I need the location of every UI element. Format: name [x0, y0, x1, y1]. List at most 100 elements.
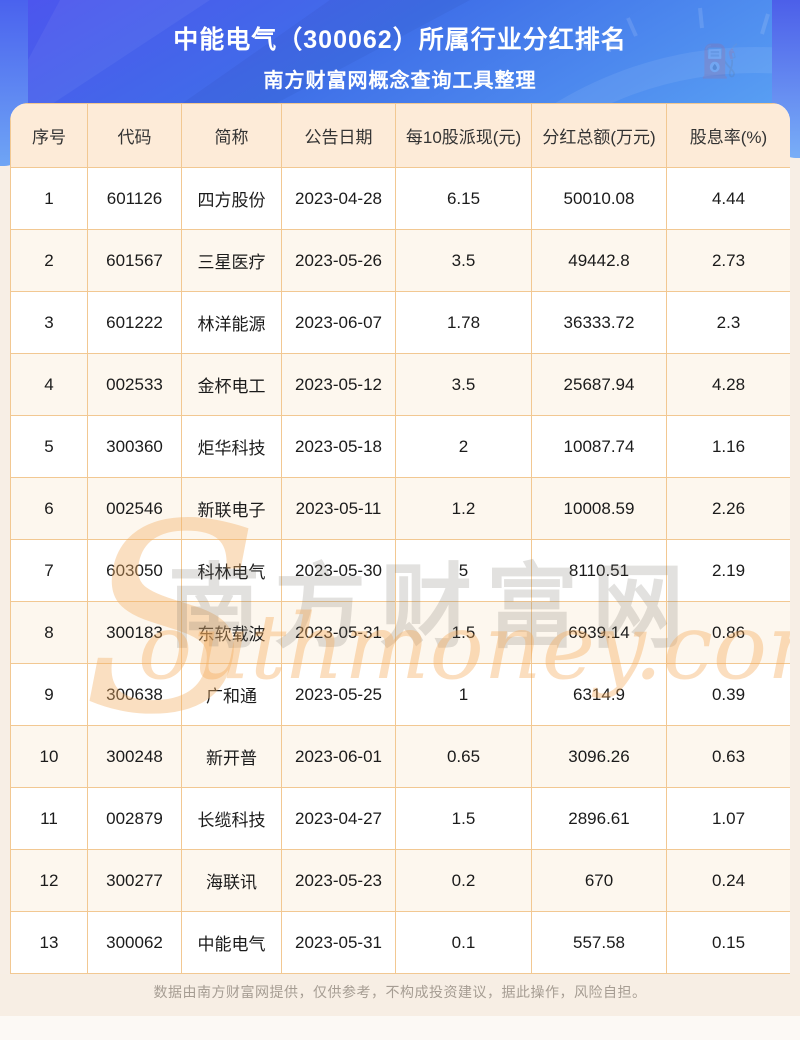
cell-index: 10 — [10, 725, 88, 788]
cell-dividend-per-10-shares: 2 — [395, 415, 532, 478]
cell-name: 科林电气 — [181, 539, 282, 602]
table-row: 3 601222 林洋能源 2023-06-07 1.78 36333.72 2.3 — [10, 291, 790, 354]
cell-name: 新开普 — [181, 725, 282, 788]
dividend-table-card: 序号 代码 简称 公告日期 每10股派现(元) 分红总额(万元) 股息率(%) … — [10, 103, 790, 974]
cell-index: 13 — [10, 911, 88, 974]
cell-dividend-per-10-shares: 3.5 — [395, 229, 532, 292]
cell-total-dividend: 10008.59 — [531, 477, 667, 540]
table-row: 7 603050 科林电气 2023-05-30 5 8110.51 2.19 — [10, 539, 790, 602]
cell-name: 广和通 — [181, 663, 282, 726]
cell-date: 2023-05-12 — [281, 353, 396, 416]
cell-code: 002533 — [87, 353, 182, 416]
cell-yield: 0.24 — [666, 849, 790, 912]
cell-dividend-per-10-shares: 5 — [395, 539, 532, 602]
cell-yield: 4.28 — [666, 353, 790, 416]
table-row: 11 002879 长缆科技 2023-04-27 1.5 2896.61 1.07 — [10, 787, 790, 850]
cell-index: 1 — [10, 167, 88, 230]
cell-code: 601222 — [87, 291, 182, 354]
cell-index: 7 — [10, 539, 88, 602]
cell-total-dividend: 557.58 — [531, 911, 667, 974]
cell-code: 300062 — [87, 911, 182, 974]
cell-index: 4 — [10, 353, 88, 416]
table-header-row: 序号 代码 简称 公告日期 每10股派现(元) 分红总额(万元) 股息率(%) — [10, 103, 790, 168]
table-row: 5 300360 炬华科技 2023-05-18 2 10087.74 1.16 — [10, 415, 790, 478]
cell-total-dividend: 8110.51 — [531, 539, 667, 602]
cell-code: 603050 — [87, 539, 182, 602]
dividend-table: 序号 代码 简称 公告日期 每10股派现(元) 分红总额(万元) 股息率(%) … — [10, 103, 790, 974]
table-row: 1 601126 四方股份 2023-04-28 6.15 50010.08 4.44 — [10, 167, 790, 230]
footer: 数据由南方财富网提供，仅供参考，不构成投资建议，据此操作，风险自担。 — [0, 974, 800, 1016]
cell-name: 金杯电工 — [181, 353, 282, 416]
cell-date: 2023-05-26 — [281, 229, 396, 292]
cell-index: 12 — [10, 849, 88, 912]
cell-date: 2023-05-31 — [281, 911, 396, 974]
col-header-yield: 股息率(%) — [666, 103, 790, 168]
cell-index: 6 — [10, 477, 88, 540]
table-row: 10 300248 新开普 2023-06-01 0.65 3096.26 0.63 — [10, 725, 790, 788]
cell-dividend-per-10-shares: 1.5 — [395, 601, 532, 664]
cell-name: 四方股份 — [181, 167, 282, 230]
cell-code: 300248 — [87, 725, 182, 788]
cell-date: 2023-05-11 — [281, 477, 396, 540]
cell-total-dividend: 10087.74 — [531, 415, 667, 478]
bottom-margin — [0, 1016, 800, 1040]
cell-index: 2 — [10, 229, 88, 292]
cell-code: 002546 — [87, 477, 182, 540]
cell-code: 300183 — [87, 601, 182, 664]
table-row: 9 300638 广和通 2023-05-25 1 6314.9 0.39 — [10, 663, 790, 726]
banner: F ⛽ 中能电气（300062）所属行业分红排名 南方财富网概念查询工具整理 — [0, 0, 800, 112]
cell-yield: 1.07 — [666, 787, 790, 850]
col-header-date: 公告日期 — [281, 103, 396, 168]
col-header-name: 简称 — [181, 103, 282, 168]
cell-date: 2023-05-31 — [281, 601, 396, 664]
cell-dividend-per-10-shares: 3.5 — [395, 353, 532, 416]
table-row: 6 002546 新联电子 2023-05-11 1.2 10008.59 2.26 — [10, 477, 790, 540]
cell-total-dividend: 50010.08 — [531, 167, 667, 230]
cell-yield: 2.26 — [666, 477, 790, 540]
cell-yield: 1.16 — [666, 415, 790, 478]
cell-yield: 0.63 — [666, 725, 790, 788]
cell-code: 601126 — [87, 167, 182, 230]
cell-yield: 2.19 — [666, 539, 790, 602]
table-row: 13 300062 中能电气 2023-05-31 0.1 557.58 0.15 — [10, 911, 790, 974]
cell-name: 东软载波 — [181, 601, 282, 664]
cell-dividend-per-10-shares: 6.15 — [395, 167, 532, 230]
cell-dividend-per-10-shares: 0.1 — [395, 911, 532, 974]
cell-code: 300277 — [87, 849, 182, 912]
cell-dividend-per-10-shares: 1.5 — [395, 787, 532, 850]
cell-yield: 0.86 — [666, 601, 790, 664]
cell-date: 2023-05-30 — [281, 539, 396, 602]
cell-name: 长缆科技 — [181, 787, 282, 850]
cell-yield: 0.15 — [666, 911, 790, 974]
cell-total-dividend: 3096.26 — [531, 725, 667, 788]
cell-yield: 2.3 — [666, 291, 790, 354]
cell-date: 2023-04-28 — [281, 167, 396, 230]
cell-index: 9 — [10, 663, 88, 726]
cell-total-dividend: 6939.14 — [531, 601, 667, 664]
cell-code: 300638 — [87, 663, 182, 726]
cell-name: 三星医疗 — [181, 229, 282, 292]
cell-dividend-per-10-shares: 1 — [395, 663, 532, 726]
table-body: 1 601126 四方股份 2023-04-28 6.15 50010.08 4.44 2 60… — [10, 167, 790, 974]
disclaimer-text: 数据由南方财富网提供，仅供参考，不构成投资建议，据此操作，风险自担。 — [153, 984, 647, 1000]
cell-date: 2023-05-18 — [281, 415, 396, 478]
cell-yield: 0.39 — [666, 663, 790, 726]
col-header-total-dividend: 分红总额(万元) — [531, 103, 667, 168]
cell-code: 002879 — [87, 787, 182, 850]
page-header: 中能电气（300062）所属行业分红排名 南方财富网概念查询工具整理 — [0, 0, 800, 93]
cell-dividend-per-10-shares: 1.2 — [395, 477, 532, 540]
cell-date: 2023-06-07 — [281, 291, 396, 354]
cell-name: 海联讯 — [181, 849, 282, 912]
cell-dividend-per-10-shares: 0.65 — [395, 725, 532, 788]
cell-code: 300360 — [87, 415, 182, 478]
page-title: 中能电气（300062）所属行业分红排名 — [173, 26, 627, 54]
cell-total-dividend: 49442.8 — [531, 229, 667, 292]
cell-name: 林洋能源 — [181, 291, 282, 354]
table-row: 4 002533 金杯电工 2023-05-12 3.5 25687.94 4.28 — [10, 353, 790, 416]
cell-dividend-per-10-shares: 0.2 — [395, 849, 532, 912]
cell-date: 2023-04-27 — [281, 787, 396, 850]
cell-yield: 4.44 — [666, 167, 790, 230]
col-header-dividend-per-10-shares: 每10股派现(元) — [395, 103, 532, 168]
table-row: 8 300183 东软载波 2023-05-31 1.5 6939.14 0.86 — [10, 601, 790, 664]
cell-index: 3 — [10, 291, 88, 354]
